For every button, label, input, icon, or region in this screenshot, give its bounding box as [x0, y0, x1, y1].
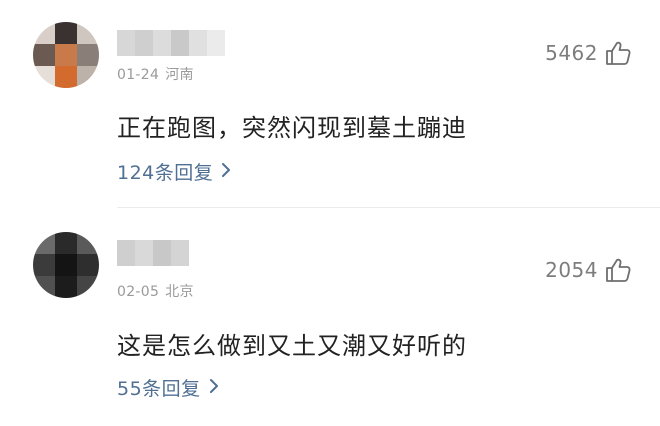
like-button[interactable]: 5462 [545, 38, 632, 68]
comment-text: 正在跑图，突然闪现到墓土蹦迪 [117, 114, 467, 142]
replies-label: 124条回复 [117, 162, 214, 184]
avatar[interactable] [33, 22, 99, 88]
comment-divider [117, 207, 660, 208]
view-replies-link[interactable]: 55条回复 [117, 374, 219, 401]
thumbs-up-icon [604, 39, 632, 67]
like-count: 2054 [545, 258, 598, 282]
comment-item: 02-05 北京 2054 这是怎么做到又土又潮又好听的 55条回复 [0, 210, 660, 426]
chevron-right-icon [221, 161, 231, 183]
view-replies-link[interactable]: 124条回复 [117, 158, 231, 185]
like-button[interactable]: 2054 [545, 255, 632, 285]
chevron-right-icon [209, 377, 219, 399]
comment-date: 01-24 [117, 67, 160, 83]
comment-meta: 01-24 河南 [117, 64, 194, 84]
thumbs-up-icon [604, 256, 632, 284]
comment-text: 这是怎么做到又土又潮又好听的 [117, 332, 467, 360]
comment-location: 河南 [165, 67, 194, 83]
like-count: 5462 [545, 41, 598, 65]
replies-label: 55条回复 [117, 378, 201, 400]
comment-item: 01-24 河南 5462 正在跑图，突然闪现到墓土蹦迪 124条回复 [0, 0, 660, 208]
avatar[interactable] [33, 232, 99, 298]
comment-location: 北京 [165, 284, 194, 300]
comment-date: 02-05 [117, 284, 160, 300]
comment-meta: 02-05 北京 [117, 281, 194, 301]
